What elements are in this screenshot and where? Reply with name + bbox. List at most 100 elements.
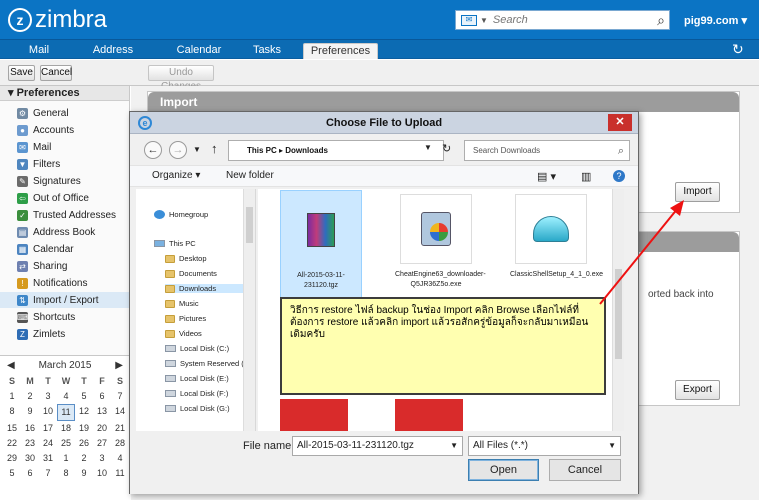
sidebar-item-out-of-office[interactable]: ⇦ Out of Office [0,190,129,206]
next-month-icon[interactable]: ▶ [115,360,123,371]
sidebar-item-signatures[interactable]: ✎ Signatures [0,173,129,189]
calendar-day[interactable]: 26 [75,436,93,451]
calendar-day[interactable]: 14 [111,404,129,421]
calendar-day[interactable]: 3 [93,451,111,466]
search-icon[interactable]: ⌕ [657,12,665,29]
calendar-day[interactable]: 10 [93,466,111,481]
sidebar-item-notifications[interactable]: ! Notifications [0,275,129,291]
organize-menu[interactable]: Organize ▾ [152,170,200,181]
calendar-day-today[interactable]: 11 [57,404,75,421]
file-item-cheatengine[interactable]: CheatEngine63_downloader-Q5JR36Z5o.exe [395,190,486,303]
calendar-day[interactable]: 16 [21,421,39,436]
prev-month-icon[interactable]: ◀ [7,360,15,371]
address-bar[interactable]: This PC ▸ Downloads [228,140,444,161]
calendar-day[interactable]: 25 [57,436,75,451]
tree-local-disk-f[interactable]: Local Disk (F:) [165,389,228,398]
sidebar-item-general[interactable]: ⚙ General [0,105,129,121]
tree-scroll-thumb[interactable] [246,207,253,243]
calendar-day[interactable]: 18 [57,421,75,436]
calendar-day[interactable]: 19 [75,421,93,436]
calendar-day[interactable]: 15 [3,421,21,436]
calendar-day[interactable]: 20 [93,421,111,436]
sidebar-item-import-export[interactable]: ⇅ Import / Export [0,292,129,308]
sidebar-title[interactable]: ▾ Preferences [0,86,129,101]
tree-local-disk-c[interactable]: Local Disk (C:) [165,344,229,353]
sidebar-item-filters[interactable]: ▼ Filters [0,156,129,172]
calendar-day[interactable]: 31 [39,451,57,466]
calendar-day[interactable]: 5 [75,389,93,404]
tree-desktop[interactable]: Desktop [165,254,207,263]
calendar-day[interactable]: 24 [39,436,57,451]
tree-local-disk-g[interactable]: Local Disk (G:) [165,404,230,413]
file-name-dropdown-icon[interactable]: ▼ [450,437,458,455]
calendar-day[interactable]: 6 [93,389,111,404]
sidebar-item-shortcuts[interactable]: ⌨ Shortcuts [0,309,129,325]
calendar-day[interactable]: 3 [39,389,57,404]
calendar-day[interactable]: 23 [21,436,39,451]
calendar-day[interactable]: 1 [57,451,75,466]
sidebar-item-accounts[interactable]: ● Accounts [0,122,129,138]
address-dropdown-icon[interactable]: ▼ [424,143,432,152]
calendar-day[interactable]: 8 [57,466,75,481]
path-this-pc[interactable]: This PC [247,146,277,155]
calendar-day[interactable]: 13 [93,404,111,421]
tree-videos[interactable]: Videos [165,329,202,338]
sidebar-item-mail[interactable]: ✉ Mail [0,139,129,155]
back-icon[interactable]: ← [144,141,162,159]
save-button[interactable]: Save [8,65,35,81]
tree-downloads[interactable]: Downloads [165,284,245,293]
search-dropdown-icon[interactable]: ▼ [480,16,488,25]
recent-dropdown-icon[interactable]: ▼ [193,145,201,154]
calendar-day[interactable]: 12 [75,404,93,421]
search-downloads-input[interactable]: Search Downloads ⌕ [464,140,630,161]
export-button[interactable]: Export [675,380,720,400]
new-folder-button[interactable]: New folder [226,170,274,181]
calendar-day[interactable]: 1 [3,389,21,404]
tab-tasks[interactable]: Tasks [252,43,282,59]
sidebar-item-calendar[interactable]: ▦ Calendar [0,241,129,257]
cancel-button[interactable]: Cancel [40,65,72,81]
sidebar-item-zimlets[interactable]: Z Zimlets [0,326,129,342]
tab-address-book[interactable]: Address Book [80,43,146,70]
calendar-day[interactable]: 10 [39,404,57,421]
calendar-day[interactable]: 17 [39,421,57,436]
calendar-day[interactable]: 21 [111,421,129,436]
sidebar-item-trusted-addresses[interactable]: ✓ Trusted Addresses [0,207,129,223]
open-button[interactable]: Open [468,459,539,481]
calendar-day[interactable]: 6 [21,466,39,481]
dialog-cancel-button[interactable]: Cancel [549,459,621,481]
calendar-day[interactable]: 2 [21,389,39,404]
tree-system-reserved-d[interactable]: System Reserved (D:) [165,359,254,368]
refresh-icon[interactable]: ↻ [732,41,744,58]
calendar-day[interactable]: 2 [75,451,93,466]
calendar-day[interactable]: 8 [3,404,21,421]
search-box[interactable]: ✉▼ ⌕ [455,10,670,30]
calendar-day[interactable]: 30 [21,451,39,466]
tree-homegroup[interactable]: Homegroup [154,210,208,219]
calendar-day[interactable]: 7 [39,466,57,481]
calendar-day[interactable]: 22 [3,436,21,451]
file-type-select[interactable]: All Files (*.*) ▼ [468,436,621,456]
tree-documents[interactable]: Documents [165,269,217,278]
up-icon[interactable]: ↑ [211,141,218,156]
tab-mail[interactable]: Mail [24,43,54,59]
calendar-day[interactable]: 4 [111,451,129,466]
search-input[interactable] [492,12,643,28]
calendar-day[interactable]: 9 [21,404,39,421]
file-type-dropdown-icon[interactable]: ▼ [608,437,616,455]
zimbra-logo[interactable]: z zimbra [8,8,107,32]
tree-pictures[interactable]: Pictures [165,314,206,323]
sidebar-item-sharing[interactable]: ⇄ Sharing [0,258,129,274]
forward-icon[interactable]: → [169,141,187,159]
sidebar-item-address-book[interactable]: ▤ Address Book [0,224,129,240]
file-thumbnail-partial[interactable] [280,399,348,431]
close-icon[interactable]: ✕ [608,114,632,131]
calendar-day[interactable]: 9 [75,466,93,481]
calendar-day[interactable]: 11 [111,466,129,481]
tree-scrollbar[interactable] [243,189,255,431]
path-downloads[interactable]: Downloads [285,146,328,155]
calendar-day[interactable]: 28 [111,436,129,451]
tree-music[interactable]: Music [165,299,199,308]
user-menu[interactable]: pig99.com ▾ [684,14,747,27]
file-item-backup-tgz[interactable]: All-2015-03-11-231120.tgz [280,190,362,303]
